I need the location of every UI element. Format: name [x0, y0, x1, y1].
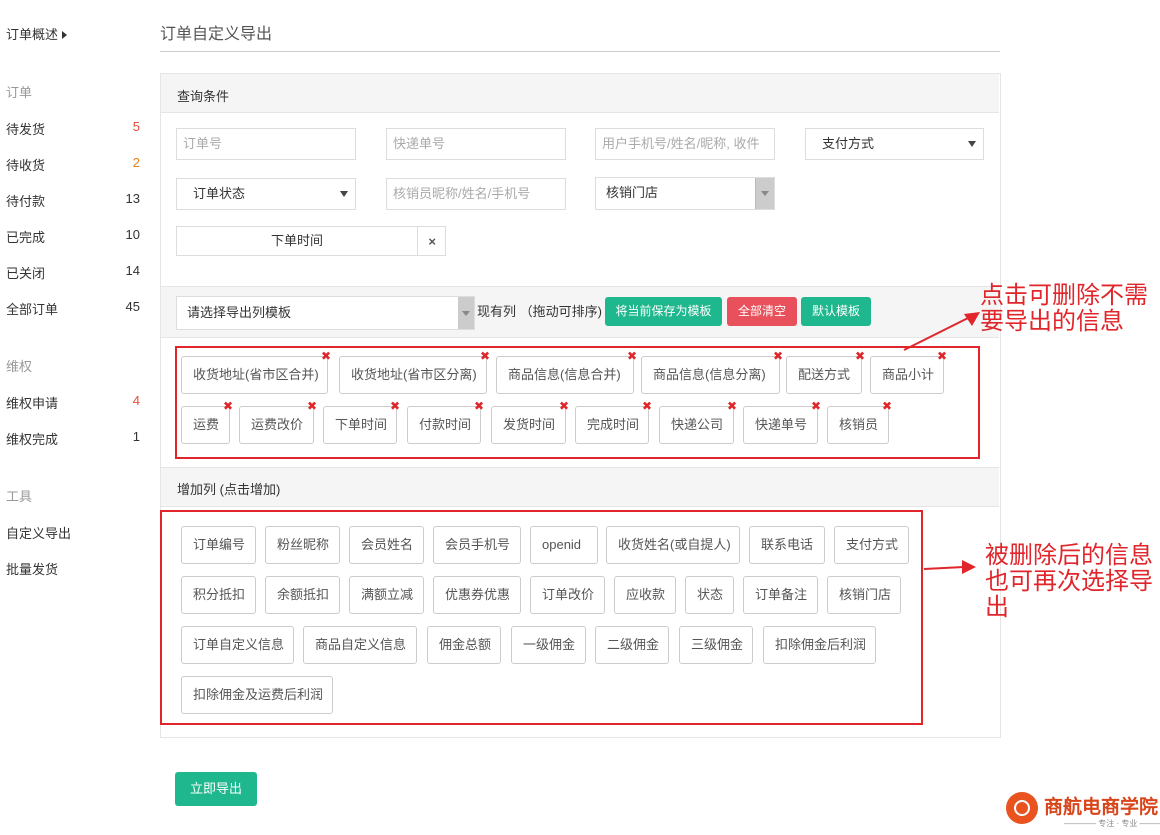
store-select[interactable]: 核销门店: [595, 177, 775, 210]
chevron-down-icon: [458, 297, 474, 329]
sidebar-item-pending-ship[interactable]: 待发货 5: [6, 119, 140, 138]
logo-slogan: ———— 专注 · 专业 ————: [1064, 819, 1160, 828]
chevron-down-icon: [340, 191, 348, 197]
annotation-arrow-bottom: [923, 560, 976, 574]
template-select[interactable]: 请选择导出列模板: [176, 296, 475, 330]
caret-right-icon: [62, 31, 68, 39]
sidebar-item-label: 已完成: [6, 230, 46, 245]
sidebar-item-label: 待收货: [6, 158, 46, 173]
sidebar-item-closed[interactable]: 已关闭 14: [6, 263, 140, 282]
export-now-button[interactable]: 立即导出: [175, 772, 257, 806]
verifier-input[interactable]: 核销员昵称/姓名/手机号: [386, 178, 566, 210]
save-template-button[interactable]: 将当前保存为模板: [605, 297, 722, 326]
sidebar-item-label: 批量发货: [6, 562, 59, 577]
brand-logo: 商航电商学院 ———— 专注 · 专业 ————: [1004, 790, 1160, 830]
highlight-box-current: [175, 346, 980, 459]
sidebar-group-tools: 工具: [6, 489, 33, 504]
sidebar-item-completed[interactable]: 已完成 10: [6, 227, 140, 246]
sidebar-item-count: 14: [125, 263, 140, 278]
default-template-button[interactable]: 默认模板: [801, 297, 871, 326]
store-label: 核销门店: [606, 185, 659, 200]
sidebar-item-label: 待付款: [6, 194, 46, 209]
add-columns-header: 增加列 (点击增加): [161, 467, 999, 507]
sidebar-item-count: 5: [132, 119, 140, 134]
query-title: 查询条件: [177, 89, 230, 104]
sidebar-item-count: 45: [125, 299, 140, 314]
template-select-label: 请选择导出列模板: [187, 305, 292, 320]
highlight-box-add: [160, 510, 923, 725]
order-time-range[interactable]: 下单时间 ×: [176, 226, 446, 256]
sidebar-item-count: 4: [132, 393, 140, 408]
sidebar-overview-label: 订单概述: [6, 27, 59, 42]
sidebar-item-custom-export[interactable]: 自定义导出: [6, 523, 140, 542]
sidebar-item-count: 2: [132, 155, 140, 170]
add-columns-title: 增加列 (点击增加): [177, 482, 281, 497]
pay-method-select[interactable]: 支付方式: [805, 128, 984, 160]
annotation-bottom: 被删除后的信息也可再次选择导出: [985, 542, 1153, 621]
sidebar-item-batch-ship[interactable]: 批量发货: [6, 559, 140, 578]
close-icon[interactable]: ×: [428, 234, 436, 249]
user-search-input[interactable]: 用户手机号/姓名/昵称, 收件: [595, 128, 775, 160]
logo-name: 商航电商学院: [1044, 796, 1159, 818]
chevron-down-icon: [968, 141, 976, 147]
sidebar-item-label: 维权完成: [6, 432, 59, 447]
sidebar-item-label: 全部订单: [6, 302, 59, 317]
logo-icon: [1006, 792, 1038, 824]
order-status-select[interactable]: 订单状态: [176, 178, 356, 210]
order-time-label[interactable]: 下单时间: [177, 227, 418, 255]
title-divider: [160, 51, 1000, 52]
sidebar-item-count: 13: [125, 191, 140, 206]
sidebar-item-rights-apply[interactable]: 维权申请 4: [6, 393, 140, 412]
sidebar-item-label: 自定义导出: [6, 526, 72, 541]
order-no-input[interactable]: 订单号: [176, 128, 356, 160]
sidebar-item-count: 1: [132, 429, 140, 444]
sidebar-group-rights: 维权: [6, 359, 33, 374]
page-title: 订单自定义导出: [160, 26, 273, 43]
sidebar-group-orders: 订单: [6, 85, 33, 100]
current-columns-hint: 现有列 （拖动可排序): [477, 304, 602, 319]
sidebar-item-label: 待发货: [6, 122, 46, 137]
query-header: 查询条件: [161, 74, 999, 113]
annotation-arrow-top: [903, 312, 980, 351]
sidebar-overview[interactable]: 订单概述: [6, 24, 68, 43]
sidebar-item-all-orders[interactable]: 全部订单 45: [6, 299, 140, 318]
sidebar-item-label: 已关闭: [6, 266, 46, 281]
annotation-top: 点击可删除不需要导出的信息: [980, 282, 1148, 335]
pay-method-label: 支付方式: [822, 136, 875, 151]
clear-all-button[interactable]: 全部清空: [727, 297, 797, 326]
sidebar-item-label: 维权申请: [6, 396, 59, 411]
sidebar-item-pending-pay[interactable]: 待付款 13: [6, 191, 140, 210]
sidebar-item-count: 10: [125, 227, 140, 242]
sidebar-item-rights-done[interactable]: 维权完成 1: [6, 429, 140, 448]
chevron-down-icon: [755, 178, 774, 209]
order-status-label: 订单状态: [193, 186, 246, 201]
express-no-input[interactable]: 快递单号: [386, 128, 566, 160]
sidebar-item-pending-receive[interactable]: 待收货 2: [6, 155, 140, 174]
